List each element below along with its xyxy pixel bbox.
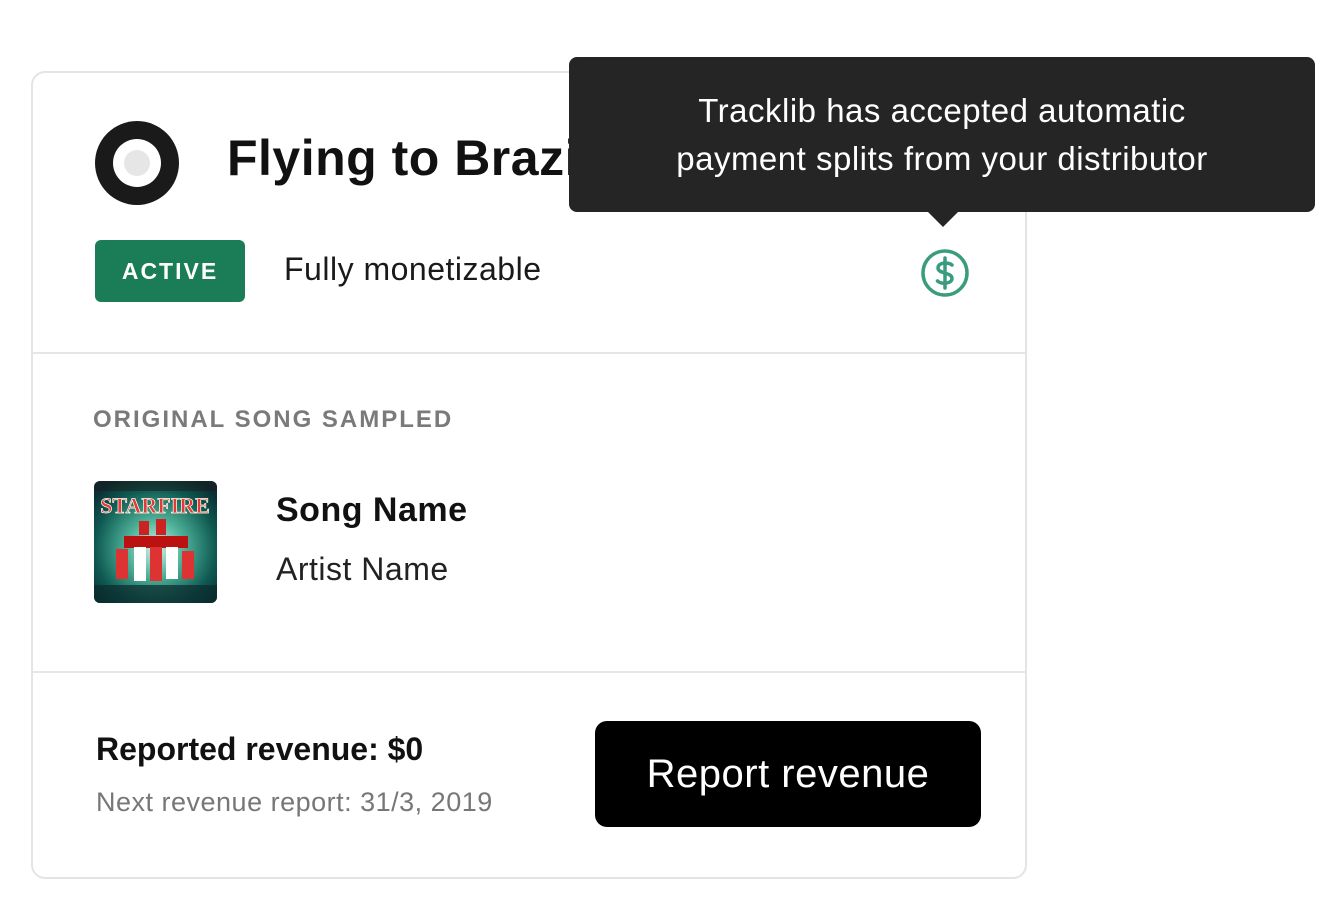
tooltip-line: payment splits from your distributor [676,139,1208,177]
report-revenue-button[interactable]: Report revenue [595,721,981,827]
vinyl-record-icon [95,121,179,205]
payment-splits-tooltip: Tracklib has accepted automatic payment … [569,57,1315,212]
monetization-status: Fully monetizable [284,251,542,287]
next-revenue-report: Next revenue report: 31/3, 2019 [96,787,493,817]
song-name[interactable]: Song Name [276,491,468,530]
artist-name[interactable]: Artist Name [276,551,449,588]
dollar-circle-icon[interactable] [920,248,970,298]
cover-title: STARFIRE [100,493,210,518]
album-cover[interactable]: STARFIRE [94,481,217,603]
divider [33,352,1025,354]
tooltip-line: Tracklib has accepted automatic [698,91,1186,129]
track-title: Flying to Brazil [227,130,594,186]
divider [33,671,1025,673]
section-label: ORIGINAL SONG SAMPLED [93,406,454,433]
reported-revenue: Reported revenue: $0 [96,731,424,767]
status-badge: ACTIVE [95,240,245,302]
tooltip-arrow [926,210,960,227]
